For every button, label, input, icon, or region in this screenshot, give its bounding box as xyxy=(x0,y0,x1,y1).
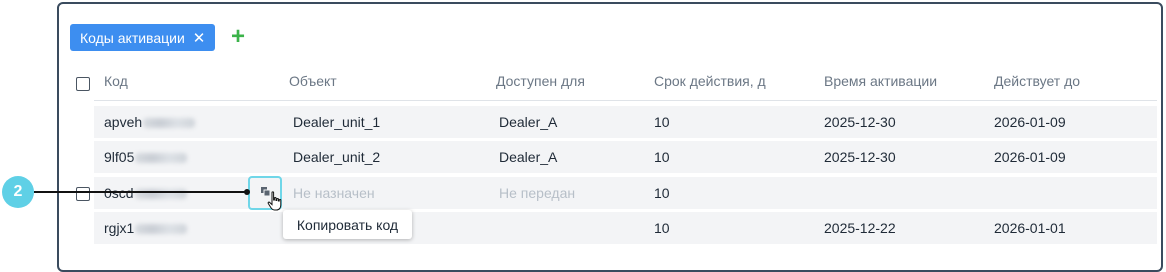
filter-chip-activation-codes[interactable]: Коды активации ✕ xyxy=(70,24,216,51)
valid-until-cell: 2026-01-09 xyxy=(994,114,1066,130)
code-cell: rgjx1 xyxy=(104,220,188,236)
valid-until-cell: 2026-01-01 xyxy=(994,220,1066,236)
code-cell: apveh xyxy=(104,114,196,130)
code-cell: 9lf05 xyxy=(104,149,188,165)
column-header-code[interactable]: Код xyxy=(104,73,128,89)
callout-line xyxy=(34,191,247,193)
available-for-cell: Не передан xyxy=(499,185,576,201)
select-all-checkbox[interactable] xyxy=(76,77,90,91)
masked-code xyxy=(135,224,188,235)
available-for-cell: Dealer_A xyxy=(499,149,558,165)
activation-time-cell: 2025-12-30 xyxy=(824,149,896,165)
activation-time-cell: 2025-12-22 xyxy=(824,220,896,236)
validity-cell: 10 xyxy=(654,149,670,165)
object-cell: Не назначен xyxy=(293,185,375,201)
masked-code xyxy=(135,153,188,164)
masked-code xyxy=(143,118,196,129)
column-header-activation-time[interactable]: Время активации xyxy=(824,73,937,89)
validity-cell: 10 xyxy=(654,220,670,236)
validity-cell: 10 xyxy=(654,114,670,130)
column-header-validity[interactable]: Срок действия, д xyxy=(654,73,766,89)
close-icon[interactable]: ✕ xyxy=(193,29,206,47)
activation-time-cell: 2025-12-30 xyxy=(824,114,896,130)
hand-cursor-icon xyxy=(267,191,282,211)
add-filter-button[interactable]: + xyxy=(231,25,245,49)
callout-dot xyxy=(244,189,250,195)
object-cell: Dealer_unit_2 xyxy=(293,149,381,165)
available-for-cell: Dealer_A xyxy=(499,114,558,130)
copy-code-tooltip: Копировать код xyxy=(283,210,412,239)
column-header-object[interactable]: Объект xyxy=(289,73,337,89)
valid-until-cell: 2026-01-09 xyxy=(994,149,1066,165)
row-checkbox[interactable] xyxy=(76,187,90,201)
validity-cell: 10 xyxy=(654,185,670,201)
code-cell: 0scd xyxy=(104,185,187,201)
column-header-available-for[interactable]: Доступен для xyxy=(496,73,585,89)
header-divider xyxy=(94,100,1157,101)
copy-code-button[interactable] xyxy=(248,176,282,211)
object-cell: Dealer_unit_1 xyxy=(293,114,381,130)
callout-badge: 2 xyxy=(2,176,34,208)
filter-chip-label: Коды активации xyxy=(80,29,185,46)
column-header-valid-until[interactable]: Действует до xyxy=(994,73,1080,89)
